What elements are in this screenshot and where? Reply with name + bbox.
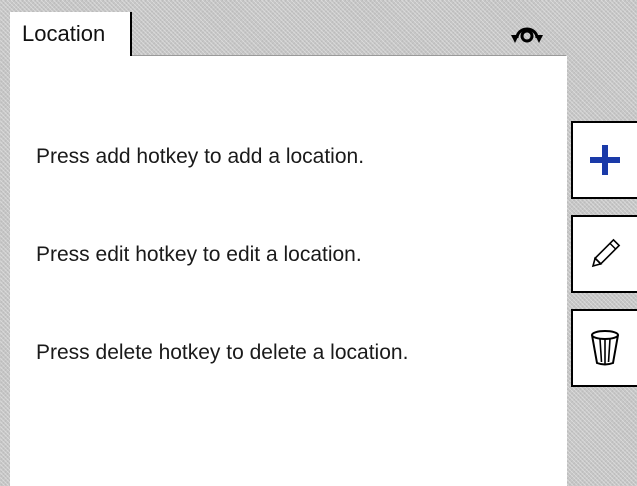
delete-instruction: Press delete hotkey to delete a location… [36, 341, 409, 364]
content-panel: Press add hotkey to add a location. Pres… [10, 56, 567, 486]
tab-label: Location [22, 21, 106, 46]
delete-hotkey-button[interactable] [571, 309, 637, 387]
tab-location[interactable]: Location [10, 12, 132, 56]
edit-hotkey-button[interactable] [571, 215, 637, 293]
edit-instruction: Press edit hotkey to edit a location. [36, 243, 362, 266]
rotate-arrows-icon [508, 18, 546, 50]
trash-bin-icon [591, 330, 619, 366]
add-instruction: Press add hotkey to add a location. [36, 145, 365, 168]
pencil-icon [591, 238, 621, 268]
plus-icon [590, 145, 620, 175]
add-hotkey-button[interactable] [571, 121, 637, 199]
